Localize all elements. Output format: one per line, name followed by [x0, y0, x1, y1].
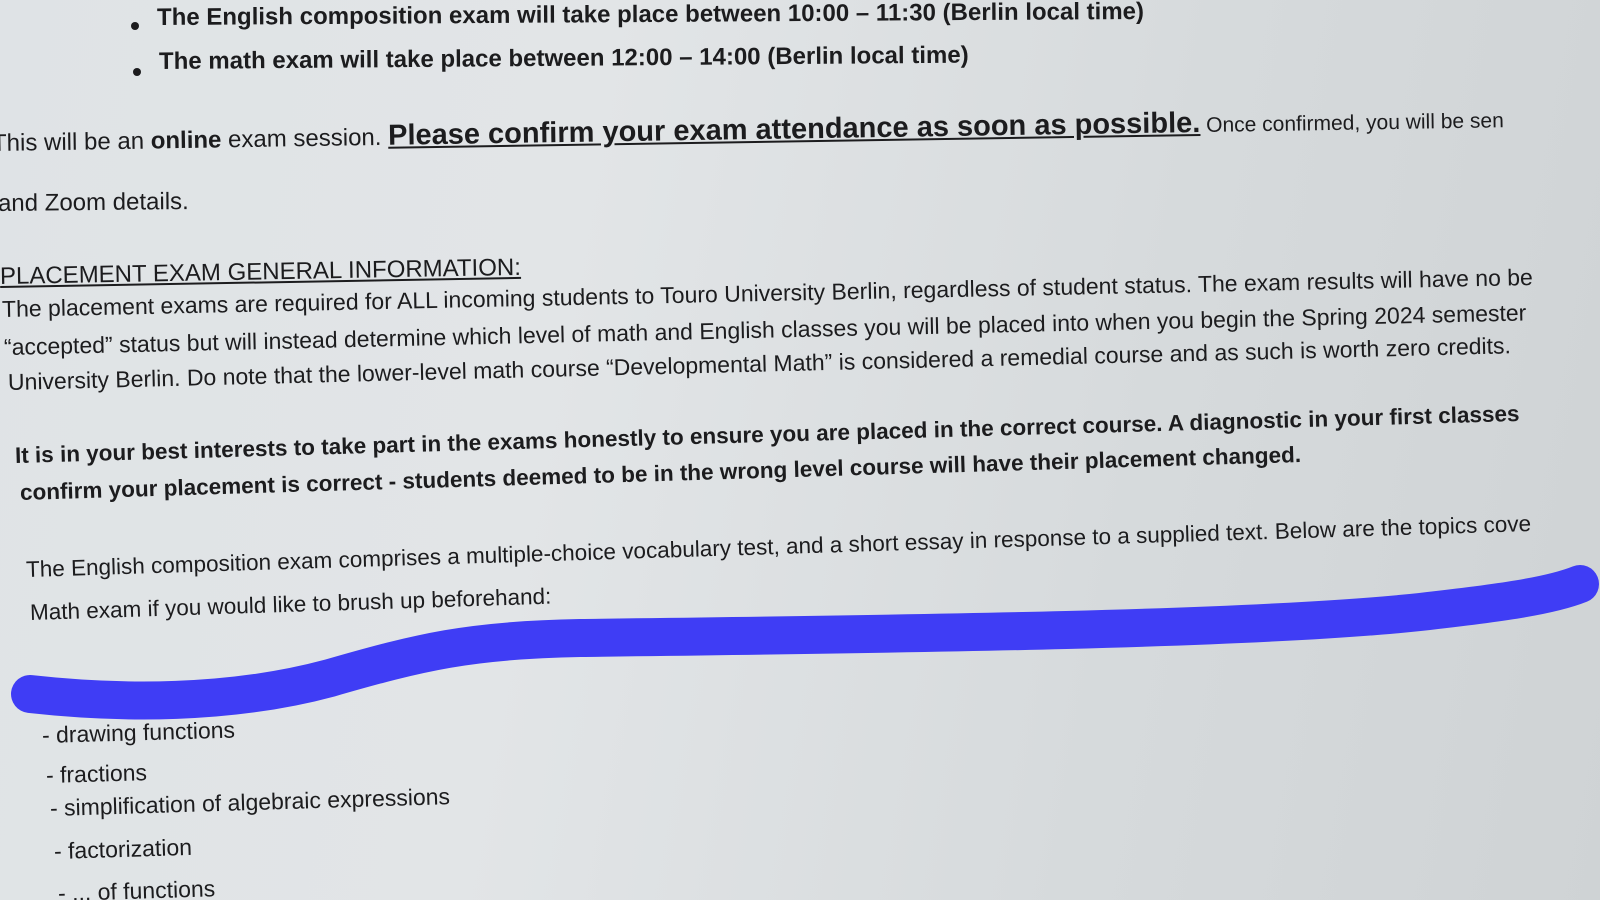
- document-photo: The English composition exam will take p…: [0, 0, 1600, 900]
- marker-scribble: [11, 565, 1599, 720]
- marker-stroke: [11, 565, 1599, 720]
